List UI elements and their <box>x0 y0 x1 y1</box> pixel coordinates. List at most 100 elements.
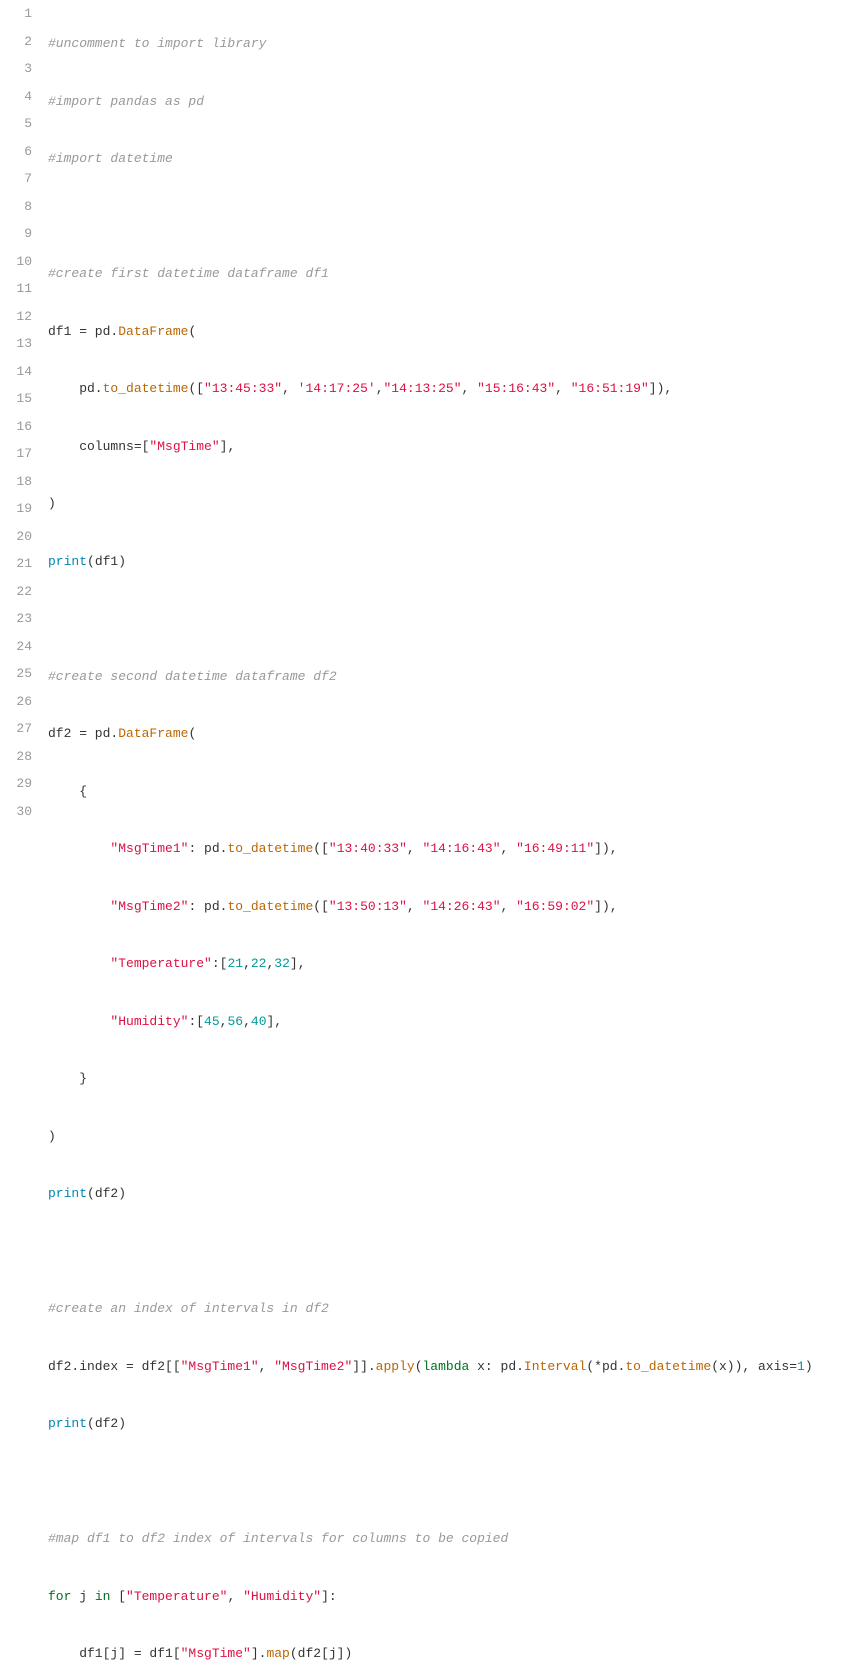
code-token: "MsgTime" <box>149 439 219 454</box>
code-token: ( <box>188 324 196 339</box>
code-token: print <box>48 1186 87 1201</box>
code-token: , <box>501 899 517 914</box>
code-line: { <box>48 778 865 806</box>
line-number: 20 <box>0 523 32 551</box>
code-token: "14:13:25" <box>384 381 462 396</box>
code-token: , <box>243 956 251 971</box>
code-line <box>48 1238 865 1266</box>
code-line: print(df2) <box>48 1410 865 1438</box>
line-number: 29 <box>0 770 32 798</box>
code-token: to_datetime <box>227 841 313 856</box>
code-token: ], <box>267 1014 283 1029</box>
code-token: in <box>95 1589 111 1604</box>
code-token: ) <box>48 1129 56 1144</box>
code-token: (df2) <box>87 1416 126 1431</box>
code-line: ) <box>48 490 865 518</box>
line-number: 7 <box>0 165 32 193</box>
code-token: "13:40:33" <box>329 841 407 856</box>
code-line: "Temperature":[21,22,32], <box>48 950 865 978</box>
code-line: print(df1) <box>48 548 865 576</box>
line-number: 10 <box>0 248 32 276</box>
code-token: (df1) <box>87 554 126 569</box>
code-token: '14:17:25' <box>298 381 376 396</box>
code-token: df2 = pd. <box>48 726 118 741</box>
code-token: (*pd. <box>586 1359 625 1374</box>
code-token: ]. <box>251 1646 267 1661</box>
code-token: : pd. <box>188 841 227 856</box>
code-line: "Humidity":[45,56,40], <box>48 1008 865 1036</box>
line-number: 5 <box>0 110 32 138</box>
code-token: DataFrame <box>118 726 188 741</box>
code-token: lambda <box>423 1359 470 1374</box>
code-token: ) <box>805 1359 813 1374</box>
code-token: print <box>48 1416 87 1431</box>
code-line: ) <box>48 1123 865 1151</box>
line-number-gutter: 1 2 3 4 5 6 7 8 9 10 11 12 13 14 15 16 1… <box>0 0 40 1670</box>
line-number: 13 <box>0 330 32 358</box>
line-number: 23 <box>0 605 32 633</box>
code-token: , <box>266 956 274 971</box>
line-number: 6 <box>0 138 32 166</box>
code-token: DataFrame <box>118 324 188 339</box>
code-token <box>48 899 110 914</box>
code-token: ) <box>48 496 56 511</box>
code-token: ], <box>220 439 236 454</box>
line-number: 27 <box>0 715 32 743</box>
code-line: df2.index = df2[["MsgTime1", "MsgTime2"]… <box>48 1353 865 1381</box>
code-token: "MsgTime2" <box>274 1359 352 1374</box>
code-token: ([ <box>313 841 329 856</box>
line-number: 24 <box>0 633 32 661</box>
code-token: "14:26:43" <box>423 899 501 914</box>
code-line: #import pandas as pd <box>48 88 865 116</box>
code-line: #create an index of intervals in df2 <box>48 1295 865 1323</box>
code-token: ]]. <box>352 1359 375 1374</box>
code-token <box>48 956 110 971</box>
code-token: , <box>462 381 478 396</box>
line-number: 14 <box>0 358 32 386</box>
code-token: } <box>48 1071 87 1086</box>
line-number: 17 <box>0 440 32 468</box>
code-line: #create second datetime dataframe df2 <box>48 663 865 691</box>
code-token: 1 <box>797 1359 805 1374</box>
code-token: columns=[ <box>48 439 149 454</box>
code-token: , <box>220 1014 228 1029</box>
line-number: 4 <box>0 83 32 111</box>
code-token: ( <box>415 1359 423 1374</box>
code-token: "Humidity" <box>110 1014 188 1029</box>
code-token: #create an index of intervals in df2 <box>48 1301 329 1316</box>
code-token: : pd. <box>188 899 227 914</box>
code-token: #map df1 to df2 index of intervals for c… <box>48 1531 508 1546</box>
code-token: Interval <box>524 1359 586 1374</box>
code-token: , <box>407 899 423 914</box>
code-token: "13:45:33" <box>204 381 282 396</box>
code-token: ]), <box>594 899 617 914</box>
code-token: #create second datetime dataframe df2 <box>48 669 337 684</box>
code-line: print(df2) <box>48 1180 865 1208</box>
code-token: ]), <box>649 381 672 396</box>
code-token: 45 <box>204 1014 220 1029</box>
code-token: ]: <box>321 1589 337 1604</box>
code-token: ], <box>290 956 306 971</box>
code-token: 22 <box>251 956 267 971</box>
code-content[interactable]: #uncomment to import library #import pan… <box>40 0 865 1670</box>
code-block: 1 2 3 4 5 6 7 8 9 10 11 12 13 14 15 16 1… <box>0 0 865 1670</box>
code-token: pd. <box>48 381 103 396</box>
code-token: (df2) <box>87 1186 126 1201</box>
code-token: "MsgTime1" <box>181 1359 259 1374</box>
code-line: pd.to_datetime(["13:45:33", '14:17:25',"… <box>48 375 865 403</box>
line-number: 18 <box>0 468 32 496</box>
code-token: "16:51:19" <box>571 381 649 396</box>
code-token: 56 <box>227 1014 243 1029</box>
code-token: to_datetime <box>625 1359 711 1374</box>
code-line: "MsgTime2": pd.to_datetime(["13:50:13", … <box>48 893 865 921</box>
line-number: 8 <box>0 193 32 221</box>
code-token: :[ <box>188 1014 204 1029</box>
line-number: 22 <box>0 578 32 606</box>
line-number: 21 <box>0 550 32 578</box>
code-token: "16:59:02" <box>516 899 594 914</box>
line-number: 19 <box>0 495 32 523</box>
code-token: (x)), axis= <box>711 1359 797 1374</box>
line-number: 15 <box>0 385 32 413</box>
code-line: #import datetime <box>48 145 865 173</box>
code-line: } <box>48 1065 865 1093</box>
